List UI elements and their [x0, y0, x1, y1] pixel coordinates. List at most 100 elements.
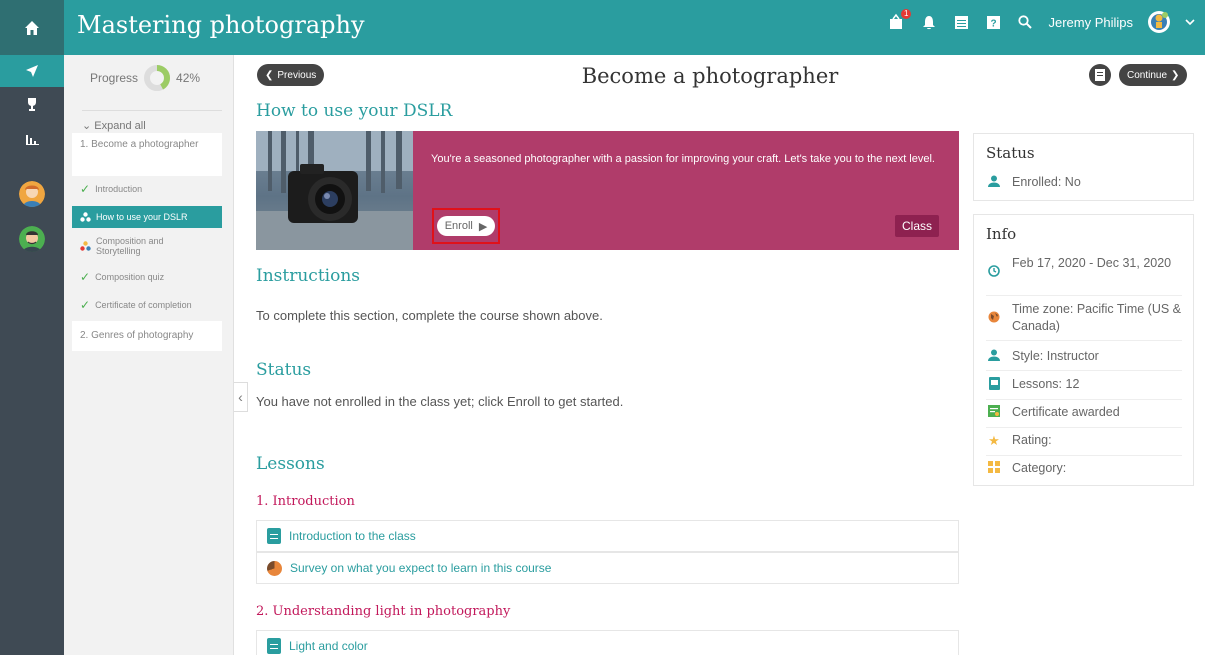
lessons-title: Lessons — [256, 454, 325, 474]
enrolled-status: Enrolled: No — [1012, 175, 1081, 189]
chevron-down-icon: ⌄ — [82, 120, 92, 132]
section-heading: How to use your DSLR — [256, 101, 453, 121]
progress: Progress 42% — [90, 65, 200, 91]
outline-item-certificate[interactable]: ✓ Certificate of completion — [72, 298, 222, 312]
enroll-button[interactable]: Enroll ▶ — [436, 216, 496, 236]
instructions-title: Instructions — [256, 266, 360, 286]
status-panel: Status Enrolled: No — [973, 133, 1194, 201]
outline-item-dslr[interactable]: How to use your DSLR — [72, 206, 222, 228]
outline-item-introduction[interactable]: ✓ Introduction — [72, 182, 222, 196]
certificate-row: Certificate awarded — [986, 404, 1182, 421]
dates-row: Feb 17, 2020 - Dec 31, 2020 — [986, 255, 1182, 277]
progress-label: Progress — [90, 71, 139, 85]
app-title: Mastering photography — [77, 11, 365, 39]
home-icon — [25, 20, 39, 35]
continue-button[interactable]: Continue ❯ — [1119, 64, 1188, 86]
status-text: You have not enrolled in the class yet; … — [256, 394, 624, 409]
help-icon[interactable]: ? — [984, 13, 1002, 31]
lesson-row[interactable]: Light and color — [256, 630, 959, 655]
previous-label: Previous — [277, 69, 317, 81]
enrolled-row: Enrolled: No — [986, 174, 1182, 191]
expand-all-label: Expand all — [94, 120, 146, 132]
lesson-row[interactable]: Survey on what you expect to learn in th… — [256, 552, 959, 584]
chart-icon[interactable] — [22, 129, 42, 149]
class-icon — [80, 241, 91, 251]
certificate-icon — [986, 404, 1002, 417]
progress-ring — [144, 65, 171, 91]
page-title: Become a photographer — [581, 64, 839, 88]
category-row: Category: — [986, 460, 1182, 477]
outline-section-1[interactable]: 1. Become a photographer — [72, 133, 222, 176]
style: Style: Instructor — [1012, 349, 1099, 363]
outline-item-label: Composition and Storytelling — [96, 236, 164, 256]
lessons-row: Lessons: 12 — [986, 376, 1182, 393]
outline-item-quiz[interactable]: ✓ Composition quiz — [72, 270, 222, 284]
top-bar: Mastering photography 1 ? Jeremy Philips — [0, 0, 1205, 55]
star-icon: ★ — [988, 433, 1000, 448]
divider — [986, 295, 1182, 296]
previous-button[interactable]: ❮ Previous — [257, 64, 325, 86]
left-rail — [0, 55, 64, 655]
avatar-2[interactable] — [19, 226, 45, 252]
info-panel-title: Info — [986, 225, 1017, 243]
lessons-count: Lessons: 12 — [1012, 377, 1080, 391]
svg-text:?: ? — [990, 18, 996, 29]
collapse-outline-button[interactable]: ‹ — [234, 382, 248, 412]
category-icon — [986, 460, 1002, 473]
home-button[interactable] — [0, 0, 64, 55]
chevron-left-icon: ‹ — [238, 389, 243, 405]
instructions-text: To complete this section, complete the c… — [256, 308, 603, 323]
outline-section-2[interactable]: 2. Genres of photography — [72, 321, 222, 351]
user-avatar-icon[interactable] — [1147, 10, 1171, 34]
status-panel-title: Status — [986, 144, 1035, 162]
divider — [986, 427, 1182, 428]
expand-all[interactable]: ⌄ Expand all — [82, 110, 222, 132]
continue-label: Continue — [1127, 69, 1168, 81]
notes-button[interactable] — [1089, 64, 1111, 86]
outline-item-composition[interactable]: Composition and Storytelling — [72, 235, 222, 257]
progress-percent: 42% — [176, 71, 201, 85]
notification-badge: 1 — [901, 9, 912, 19]
check-icon: ✓ — [80, 182, 91, 196]
divider — [986, 399, 1182, 400]
survey-icon — [267, 560, 282, 576]
globe-icon — [986, 301, 1002, 323]
top-actions: 1 ? Jeremy Philips — [888, 9, 1195, 34]
trophy-icon[interactable] — [22, 94, 42, 114]
enroll-highlight: Enroll ▶ — [432, 208, 500, 244]
document-icon — [267, 528, 281, 544]
compass-icon[interactable] — [22, 61, 42, 81]
rating-row: ★ Rating: — [986, 432, 1182, 449]
divider — [986, 340, 1182, 341]
notifications-icon[interactable]: 1 — [888, 9, 912, 31]
search-icon[interactable] — [1016, 13, 1034, 31]
clock-icon — [986, 255, 1002, 277]
check-icon: ✓ — [80, 270, 91, 284]
outline-item-label: Introduction — [95, 184, 143, 194]
chevron-left-icon: ❮ — [265, 69, 274, 81]
lesson-label: Light and color — [289, 639, 368, 653]
lesson-label: Introduction to the class — [289, 529, 416, 543]
play-icon: ▶ — [478, 220, 488, 233]
class-description: You're a seasoned photographer with a pa… — [431, 153, 935, 165]
chevron-down-icon[interactable] — [1185, 13, 1195, 31]
user-icon — [986, 174, 1002, 187]
book-icon — [986, 376, 1002, 390]
calendar-icon[interactable] — [952, 13, 970, 31]
status-title: Status — [256, 360, 312, 380]
class-tag: Class — [895, 215, 939, 237]
user-name[interactable]: Jeremy Philips — [1048, 15, 1133, 30]
lesson-label: Survey on what you expect to learn in th… — [290, 561, 552, 575]
category: Category: — [1012, 461, 1067, 475]
avatar-1[interactable] — [19, 181, 45, 207]
certificate: Certificate awarded — [1012, 405, 1120, 419]
timezone: Time zone: Pacific Time (US & Canada) — [1012, 302, 1182, 333]
lesson-row[interactable]: Introduction to the class — [256, 520, 959, 552]
lesson-group-2: 2. Understanding light in photography — [256, 604, 511, 619]
document-icon — [267, 638, 281, 654]
check-icon: ✓ — [80, 298, 91, 312]
class-card: You're a seasoned photographer with a pa… — [256, 131, 959, 250]
bell-icon[interactable] — [920, 13, 938, 31]
outline-item-label: Certificate of completion — [95, 300, 192, 310]
style-row: Style: Instructor — [986, 348, 1182, 365]
